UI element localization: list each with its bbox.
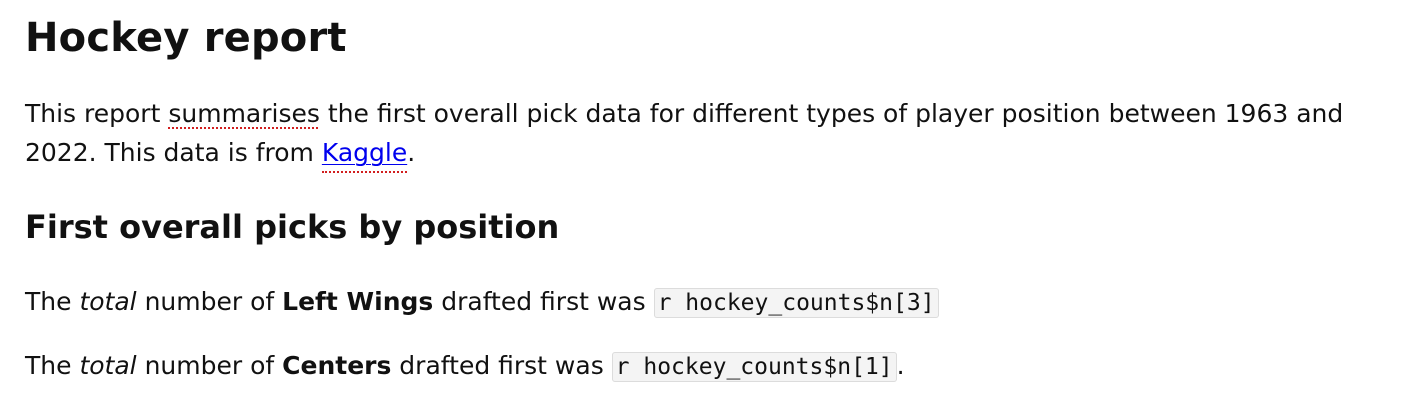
- intro-text-start: This report: [25, 99, 169, 128]
- centers-strong: Centers: [282, 351, 392, 380]
- centers-end: .: [896, 351, 905, 380]
- left-wings-emphasis: total: [79, 287, 137, 316]
- intro-paragraph: This report summarises the first overall…: [25, 94, 1390, 172]
- centers-prefix: The: [25, 351, 80, 380]
- intro-text-end: .: [407, 138, 416, 167]
- centers-inline-code: r hockey_counts$n[1]: [611, 352, 897, 382]
- left-wings-prefix: The: [25, 287, 80, 316]
- kaggle-link[interactable]: Kaggle: [322, 138, 407, 167]
- centers-emphasis: total: [79, 351, 137, 380]
- left-wings-inline-code: r hockey_counts$n[3]: [653, 288, 939, 318]
- centers-middle: number of: [136, 351, 283, 380]
- centers-sentence: The total number of Centers drafted firs…: [25, 346, 1390, 387]
- left-wings-middle: number of: [136, 287, 283, 316]
- left-wings-strong: Left Wings: [282, 287, 434, 316]
- left-wings-suffix: drafted first was: [433, 287, 654, 316]
- centers-suffix: drafted first was: [391, 351, 612, 380]
- section-heading: First overall picks by position: [25, 208, 560, 246]
- spellcheck-word[interactable]: summarises: [168, 99, 320, 128]
- left-wings-sentence: The total number of Left Wings drafted f…: [25, 282, 1390, 323]
- page-title: Hockey report: [25, 15, 347, 61]
- document-page: Hockey report This report summarises the…: [0, 0, 1416, 406]
